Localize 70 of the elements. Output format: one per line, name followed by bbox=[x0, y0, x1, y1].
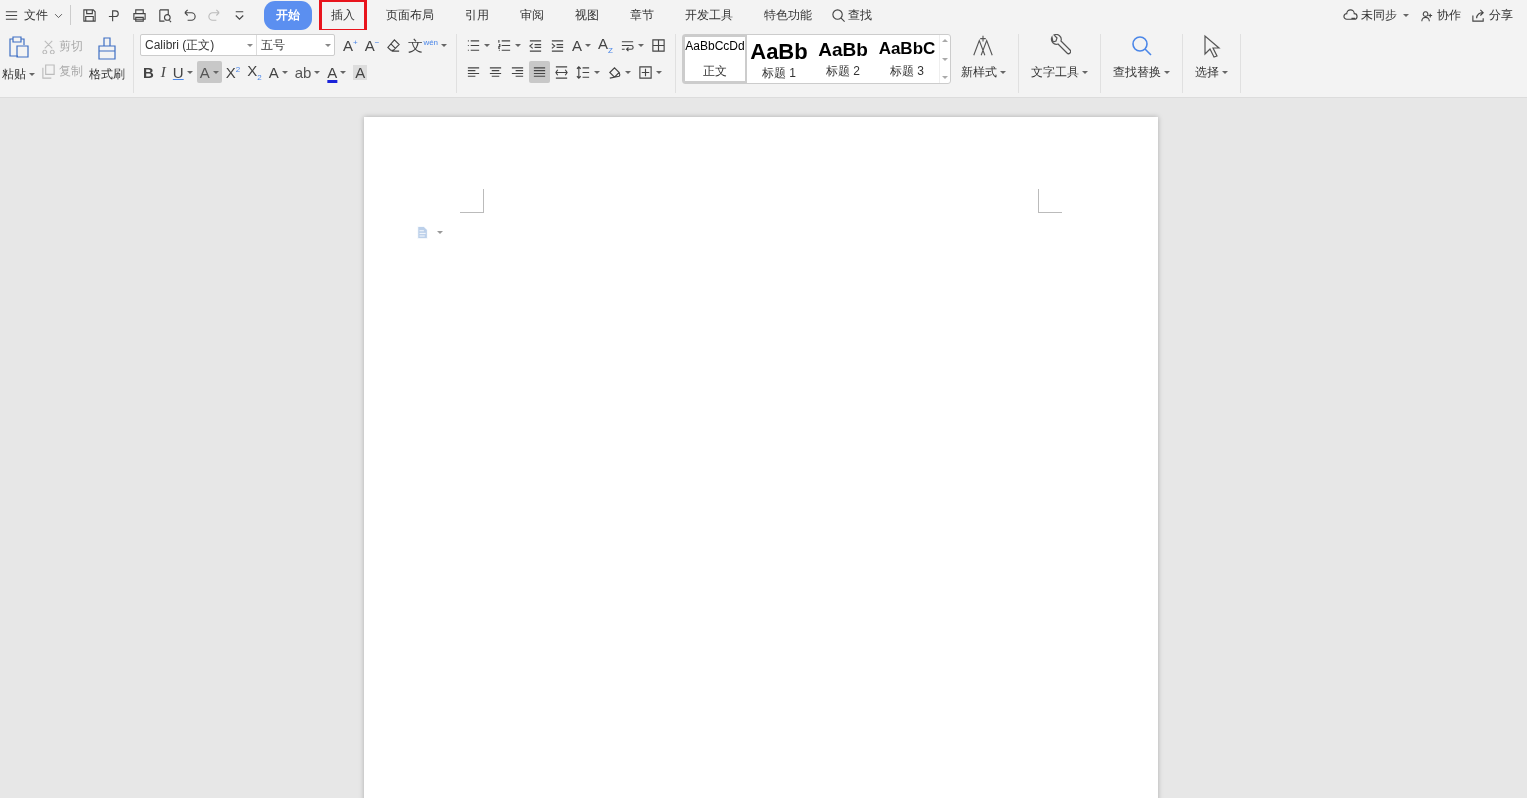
search-button[interactable]: 查找 bbox=[831, 6, 872, 24]
shrink-button[interactable]: A$^{−}$ bbox=[361, 34, 383, 56]
borders-icon bbox=[638, 64, 654, 80]
ribbon-tab[interactable]: 特色功能 bbox=[752, 0, 824, 30]
new-style-button[interactable]: 新样式 bbox=[955, 34, 1012, 81]
gallery-scrollbar[interactable] bbox=[939, 35, 950, 83]
style-item[interactable]: AaBb 标题 1 bbox=[747, 35, 811, 83]
share-button[interactable]: 分享 bbox=[1471, 6, 1513, 24]
format-painter-button[interactable]: 格式刷 bbox=[87, 34, 127, 85]
style-item[interactable]: AaBbCcDd 正文 bbox=[683, 35, 747, 83]
outdent-icon bbox=[528, 37, 544, 53]
effect-button[interactable]: A bbox=[265, 61, 291, 83]
superscript-button[interactable]: X$^{2}$ bbox=[222, 61, 244, 83]
underline-button[interactable]: U bbox=[169, 61, 196, 83]
paintbrush-icon bbox=[95, 36, 119, 60]
line-spacing-icon bbox=[576, 64, 592, 80]
share-icon bbox=[1471, 7, 1486, 23]
clipboard-icon bbox=[6, 36, 31, 60]
margin-corner-mark bbox=[1037, 189, 1062, 213]
indent-icon bbox=[550, 37, 566, 53]
undo-icon bbox=[182, 7, 197, 23]
sync-button[interactable]: 未同步 bbox=[1343, 6, 1409, 24]
sync-icon bbox=[1343, 7, 1358, 23]
sort-button[interactable]: A$_{Z}$ bbox=[595, 34, 616, 56]
highlight-button[interactable]: ab bbox=[291, 61, 324, 83]
preview-icon bbox=[157, 7, 172, 23]
grow-button[interactable]: A$^{+}$ bbox=[340, 34, 361, 56]
collab-button[interactable]: 协作 bbox=[1419, 6, 1461, 24]
color-button[interactable]: A bbox=[324, 61, 350, 83]
ribbon-tab[interactable]: 开发工具 bbox=[673, 0, 745, 30]
save-icon bbox=[82, 7, 97, 23]
italic-button[interactable]: I bbox=[157, 61, 169, 83]
justify-icon bbox=[532, 64, 548, 80]
margin-corner-mark bbox=[459, 189, 484, 213]
caret-icon[interactable] bbox=[436, 231, 443, 234]
table-icon bbox=[651, 37, 666, 53]
ribbon-tab[interactable]: 章节 bbox=[618, 0, 666, 30]
bold-button[interactable]: B bbox=[140, 61, 157, 83]
print-icon bbox=[132, 7, 147, 23]
find-replace-button[interactable]: 查找替换 bbox=[1107, 34, 1176, 81]
spacing-button[interactable]: A bbox=[569, 34, 595, 56]
justify-button[interactable] bbox=[529, 61, 551, 83]
search-icon bbox=[1129, 34, 1154, 58]
numbering-icon bbox=[497, 37, 513, 53]
align-right-icon bbox=[510, 64, 526, 80]
style-item[interactable]: AaBb 标题 2 bbox=[811, 35, 875, 83]
subscript-button[interactable]: X$_{2}$ bbox=[244, 61, 265, 83]
fill-icon bbox=[607, 64, 623, 80]
text-tools-button[interactable]: 文字工具 bbox=[1025, 34, 1094, 81]
ribbon-tab[interactable]: 引用 bbox=[453, 0, 501, 30]
pinyin-button[interactable]: 文$^{wén}$ bbox=[405, 34, 451, 56]
ribbon-tab[interactable]: 页面布局 bbox=[374, 0, 446, 30]
scissors-icon bbox=[41, 39, 56, 54]
ribbon-tab[interactable]: 视图 bbox=[563, 0, 611, 30]
distribute-icon bbox=[554, 64, 570, 80]
caret-icon bbox=[1403, 13, 1409, 17]
letters-icon bbox=[971, 34, 996, 58]
strike-button[interactable]: A bbox=[196, 61, 222, 83]
bullets-icon bbox=[466, 37, 482, 53]
ribbon-tab[interactable]: 审阅 bbox=[508, 0, 556, 30]
align-center-icon bbox=[488, 64, 504, 80]
redo-icon bbox=[207, 7, 222, 23]
select-button[interactable]: 选择 bbox=[1189, 34, 1234, 81]
search-icon bbox=[831, 7, 846, 23]
style-item[interactable]: AaBbC 标题 3 bbox=[875, 35, 939, 83]
copy-icon bbox=[41, 64, 56, 79]
eraser-icon bbox=[386, 37, 402, 53]
paste-button[interactable]: 粘贴 bbox=[0, 34, 37, 85]
align-left-icon bbox=[466, 64, 482, 80]
file-menu[interactable]: 文件 bbox=[4, 6, 64, 24]
